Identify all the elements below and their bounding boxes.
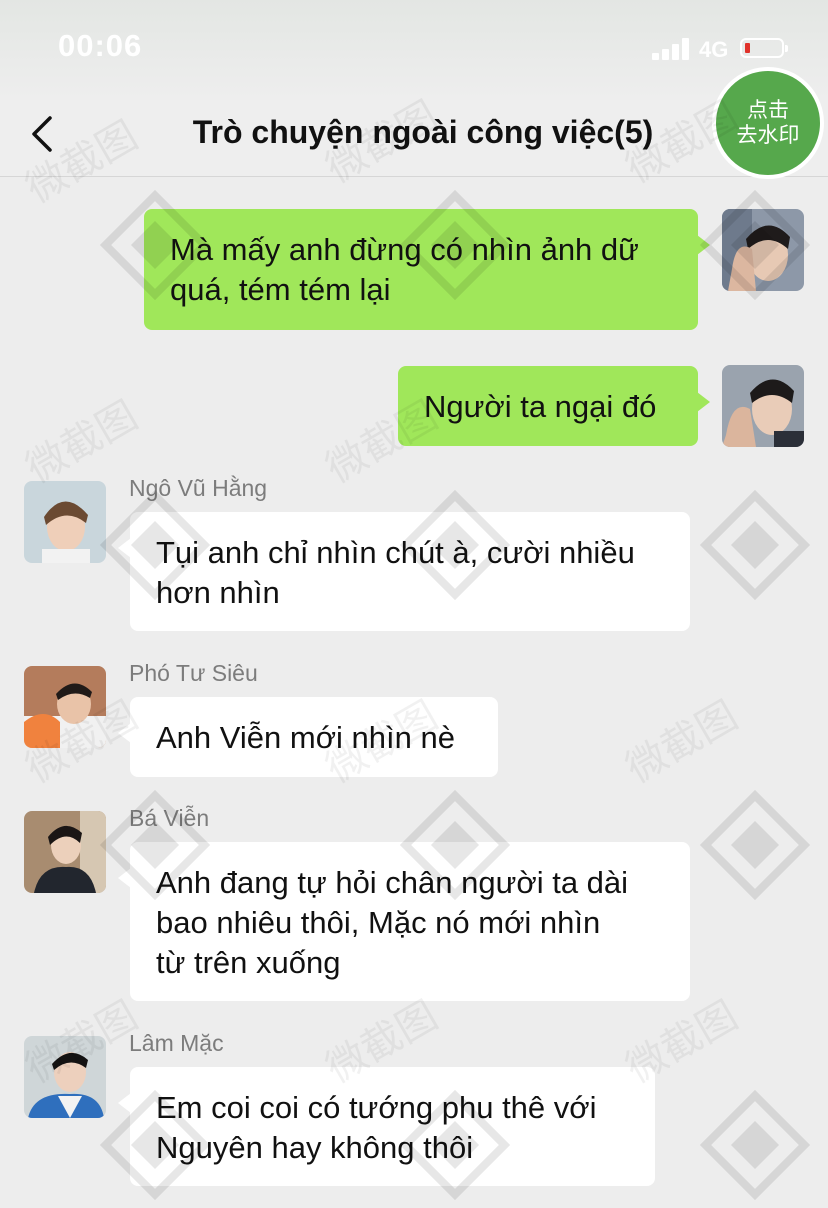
sender-avatar[interactable]	[24, 811, 106, 893]
battery-icon	[740, 38, 788, 58]
watermark-logo-icon	[700, 790, 810, 900]
sender-avatar[interactable]	[24, 666, 106, 748]
incoming-message-bubble[interactable]: Anh đang tự hỏi chân người ta dài bao nh…	[118, 842, 690, 1001]
watermark-logo-icon	[700, 490, 810, 600]
status-bar: 00:06 4G	[0, 0, 828, 100]
my-message-bubble[interactable]: Mà mấy anh đừng có nhìn ảnh dữ quá, tém …	[144, 209, 710, 330]
sender-name: Ngô Vũ Hằng	[129, 475, 268, 501]
incoming-message-bubble[interactable]: Tụi anh chỉ nhìn chút à, cười nhiều hơn …	[118, 512, 690, 631]
chat-header: Trò chuyện ngoài công việc(5)	[0, 100, 828, 177]
sender-avatar[interactable]	[24, 1036, 106, 1118]
incoming-message-bubble[interactable]: Anh Viễn mới nhìn nè	[118, 697, 498, 777]
sender-name: Lâm Mặc	[129, 1030, 224, 1056]
watermark-text: 微截图	[619, 693, 745, 792]
sender-avatar[interactable]	[24, 481, 106, 563]
incoming-message-bubble[interactable]: Em coi coi có tướng phu thê với Nguyên h…	[118, 1067, 655, 1186]
message-text: Người ta ngại đó	[424, 389, 657, 424]
my-avatar[interactable]	[722, 365, 804, 447]
watermark-text: 微截图	[19, 393, 145, 492]
remove-watermark-label: 点击 去水印	[736, 99, 800, 147]
sender-name: Phó Tư Siêu	[129, 660, 258, 686]
message-text: Anh Viễn mới nhìn nè	[156, 720, 455, 755]
signal-icon	[652, 38, 692, 60]
status-time: 00:06	[58, 28, 143, 63]
remove-watermark-button[interactable]: 点击 去水印	[712, 67, 824, 179]
my-avatar[interactable]	[722, 209, 804, 291]
my-message-bubble[interactable]: Người ta ngại đó	[398, 366, 710, 446]
network-type: 4G	[699, 37, 729, 62]
message-text: Anh đang tự hỏi chân người ta dài bao nh…	[156, 865, 629, 980]
watermark-logo-icon	[700, 1090, 810, 1200]
sender-name: Bá Viễn	[129, 805, 210, 831]
chat-title: Trò chuyện ngoài công việc(5)	[192, 114, 654, 150]
message-text: Mà mấy anh đừng có nhìn ảnh dữ quá, tém …	[170, 232, 639, 307]
message-text: Em coi coi có tướng phu thê với Nguyên h…	[156, 1090, 597, 1165]
message-text: Tụi anh chỉ nhìn chút à, cười nhiều hơn …	[156, 535, 635, 610]
